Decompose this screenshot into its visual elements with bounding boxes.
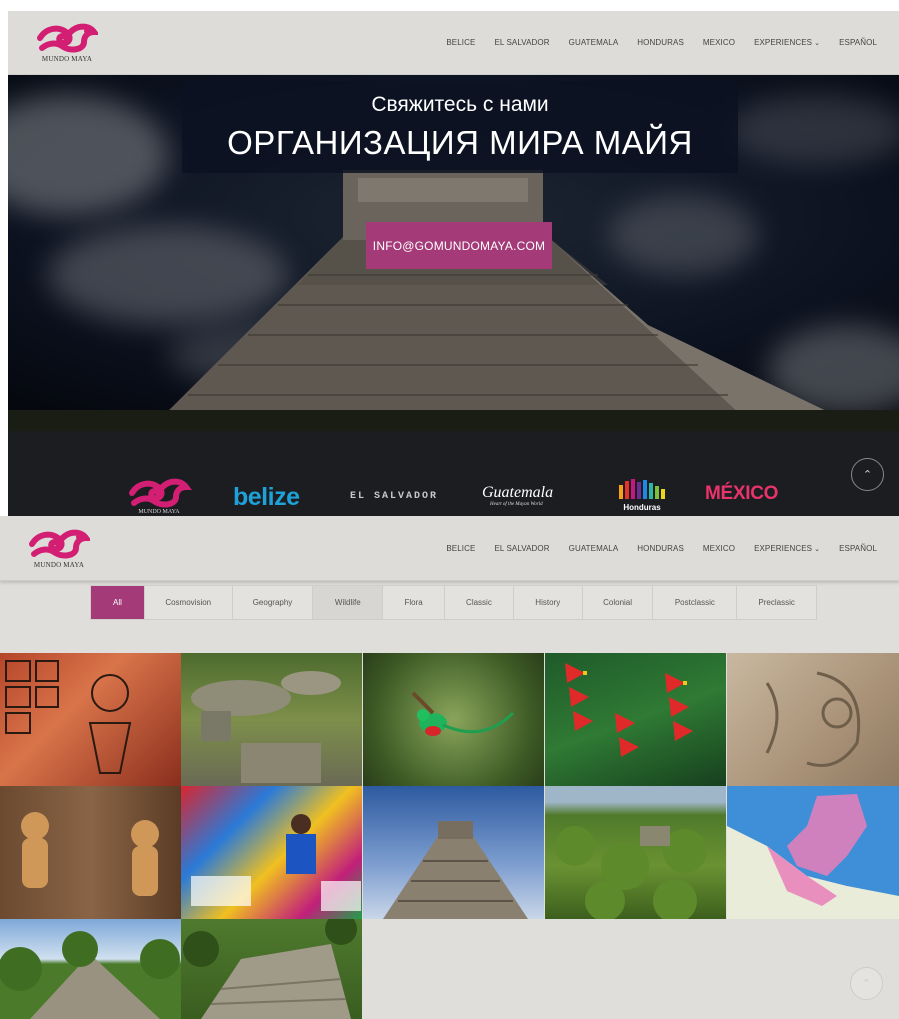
nav-espanol[interactable]: ESPAÑOL [839,38,877,47]
main-nav-gallery: BELICE EL SALVADOR GUATEMALA HONDURAS ME… [446,516,877,580]
site-logo-gallery[interactable]: MUNDO MAYA [28,524,90,569]
filter-classic[interactable]: Classic [445,586,514,619]
belize-logo[interactable]: belize [233,483,300,512]
filter-flora[interactable]: Flora [383,586,446,619]
filter-geography[interactable]: Geography [233,586,314,619]
nav-experiences-dropdown[interactable]: EXPERIENCES [754,38,820,47]
nav-el-salvador[interactable]: EL SALVADOR [494,544,549,553]
nav-mexico[interactable]: MEXICO [703,544,735,553]
main-nav: BELICE EL SALVADOR GUATEMALA HONDURAS ME… [446,11,877,74]
gallery-chichen-itza[interactable] [363,786,544,919]
nav-honduras[interactable]: HONDURAS [637,38,684,47]
site-header: MUNDO MAYA BELICE EL SALVADOR GUATEMALA … [8,11,899,75]
gallery-clay-figurines[interactable] [0,786,181,919]
honduras-wave-icon [619,479,665,499]
site-logo[interactable]: MUNDO MAYA [36,18,98,63]
nav-espanol[interactable]: ESPAÑOL [839,544,877,553]
hero-subtitle: Свяжитесь с нами [371,93,549,116]
gallery-quetzal-bird[interactable] [363,653,544,786]
nav-honduras[interactable]: HONDURAS [637,544,684,553]
contact-page-screenshot: MUNDO MAYA BELICE EL SALVADOR GUATEMALA … [0,0,899,516]
gallery-jungle-pyramid[interactable] [0,919,181,1019]
footer-mundo-maya-logo[interactable]: MUNDO MAYA [126,473,192,515]
contact-hero: Свяжитесь с нами ОРГАНИЗАЦИЯ МИРА МАЙЯ I… [8,75,899,431]
chevron-up-icon: ⌃ [861,978,872,990]
el-salvador-logo[interactable]: EL SALVADOR [350,491,438,502]
filter-history[interactable]: History [514,586,583,619]
nav-belice[interactable]: BELICE [446,544,475,553]
gallery-textile-market[interactable] [181,786,362,919]
gallery-codex-painting[interactable] [0,653,181,786]
nav-guatemala[interactable]: GUATEMALA [569,38,619,47]
gallery-filter-bar: All Cosmovision Geography Wildlife Flora… [90,585,817,620]
chevron-up-icon: ⌃ [862,469,873,481]
gallery-stone-ruins[interactable] [181,653,362,786]
partner-logos-footer: MUNDO MAYA belize EL SALVADOR Guatemala … [8,431,899,516]
filter-all[interactable]: All [91,586,145,619]
filter-cosmovision[interactable]: Cosmovision [145,586,233,619]
email-button[interactable]: INFO@GOMUNDOMAYA.COM [366,222,552,269]
nav-guatemala[interactable]: GUATEMALA [569,544,619,553]
hero-title-box: Свяжитесь с нами ОРГАНИЗАЦИЯ МИРА МАЙЯ [182,81,738,173]
hero-title: ОРГАНИЗАЦИЯ МИРА МАЙЯ [227,124,693,161]
filter-colonial[interactable]: Colonial [583,586,654,619]
gallery-region-map[interactable] [727,786,899,919]
gallery-heliconia-flowers[interactable] [545,653,726,786]
mundo-maya-logo-icon [37,23,98,53]
scroll-to-top-button-gallery[interactable]: ⌃ [850,967,883,1000]
nav-el-salvador[interactable]: EL SALVADOR [494,38,549,47]
scroll-to-top-button[interactable]: ⌃ [851,458,884,491]
gallery-jungle-canopy[interactable] [545,786,726,919]
footer-logo-word: MUNDO MAYA [138,509,180,515]
honduras-logo[interactable]: Honduras [616,477,668,512]
gallery-calakmul-ruins[interactable] [181,919,362,1019]
nav-experiences-dropdown[interactable]: EXPERIENCES [754,544,820,553]
mundo-maya-logo-icon [29,529,90,559]
gallery-stone-carving[interactable] [727,653,899,786]
mundo-maya-logo-icon [129,478,192,508]
filter-preclassic[interactable]: Preclassic [737,586,816,619]
guatemala-logo[interactable]: Guatemala Heart of the Mayan World [482,484,572,507]
filter-postclassic[interactable]: Postclassic [653,586,738,619]
nav-belice[interactable]: BELICE [446,38,475,47]
mexico-logo[interactable]: MÉXICO [705,483,778,505]
logo-wordmark: MUNDO MAYA [33,561,85,569]
nav-mexico[interactable]: MEXICO [703,38,735,47]
filter-wildlife[interactable]: Wildlife [313,586,384,619]
site-header-gallery: MUNDO MAYA BELICE EL SALVADOR GUATEMALA … [0,516,899,581]
logo-wordmark: MUNDO MAYA [41,55,93,63]
